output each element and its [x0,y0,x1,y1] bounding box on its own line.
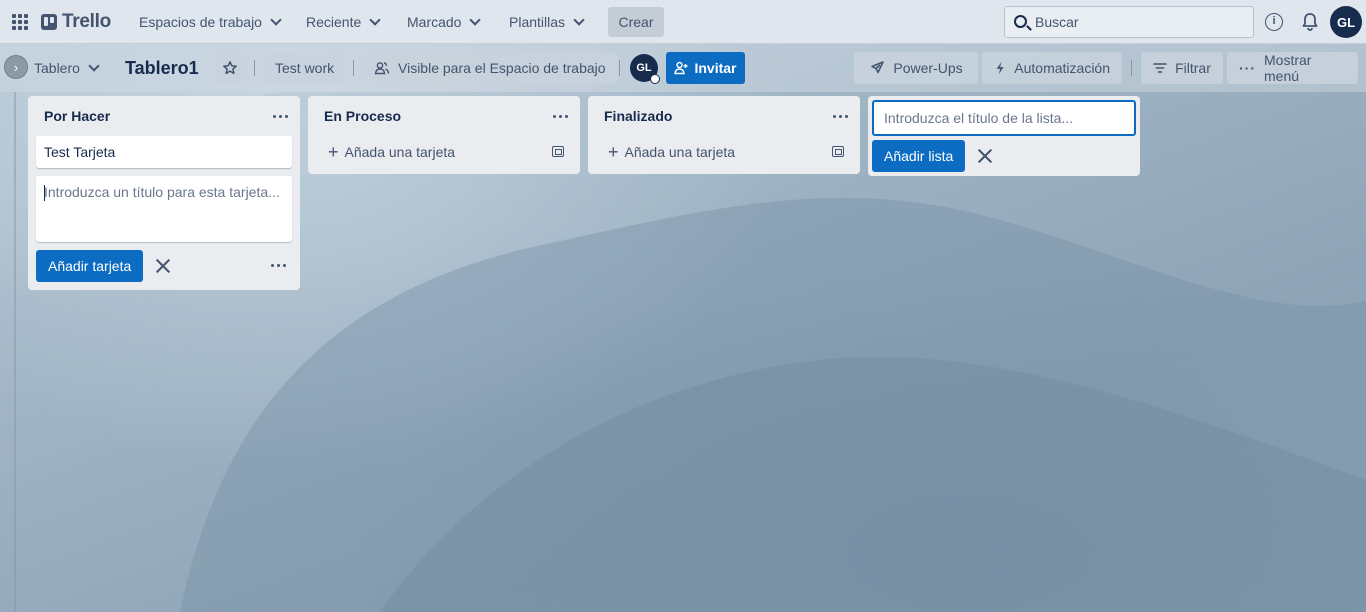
filter-label: Filtrar [1175,60,1211,76]
power-ups-button[interactable]: Power-Ups [854,52,978,84]
create-from-template-icon[interactable] [552,146,564,157]
text-caret [44,185,45,201]
list-title-input[interactable]: Introduzca el título de la lista... [872,100,1136,136]
composer-actions: Añadir tarjeta [28,242,300,290]
list-title[interactable]: Por Hacer [44,108,110,124]
invite-button[interactable]: Invitar [666,52,745,84]
info-icon[interactable]: i [1265,13,1283,31]
add-card-link[interactable]: + Añada una tarjeta [316,136,572,168]
chevron-down-icon [88,60,100,72]
trello-logo[interactable]: Trello [41,11,111,33]
more-horizontal-icon: ··· [1239,60,1256,76]
card-title-input[interactable]: Introduzca un título para esta tarjeta..… [36,176,292,242]
visibility-button[interactable]: Visible para el Espacio de trabajo [362,52,618,84]
list-actions-icon[interactable] [273,115,288,118]
automation-button[interactable]: Automatización [982,52,1122,84]
nav-workspaces[interactable]: Espacios de trabajo [131,8,288,36]
top-header: Trello Espacios de trabajo Reciente Marc… [0,0,1366,44]
add-card-label: Añada una tarjeta [344,144,456,160]
lightning-icon [996,61,1004,75]
board-title[interactable]: Tablero1 [125,58,199,79]
search-placeholder: Buscar [1035,14,1079,30]
logo-text: Trello [62,11,111,32]
star-board-button[interactable] [214,52,246,84]
invite-label: Invitar [694,60,737,76]
view-switcher-button[interactable]: Tablero [28,52,104,84]
nav-workspaces-label: Espacios de trabajo [139,14,262,30]
add-card-link[interactable]: + Añada una tarjeta [596,136,852,168]
more-options-icon[interactable] [271,264,286,267]
filter-button[interactable]: Filtrar [1141,52,1223,84]
app-switcher-icon[interactable] [12,14,28,30]
trello-logo-icon [41,14,57,30]
list-title[interactable]: En Proceso [324,108,401,124]
card-test-tarjeta[interactable]: Test Tarjeta [36,136,292,168]
member-avatar[interactable]: GL [630,54,660,84]
search-icon [1014,15,1027,28]
nav-starred-label: Marcado [407,14,462,30]
list-por-hacer: Por Hacer Test Tarjeta Introduzca un tít… [28,96,300,290]
list-header[interactable]: Por Hacer [28,96,300,136]
divider [254,60,255,76]
create-button[interactable]: Crear [608,7,664,37]
list-actions-icon[interactable] [833,115,848,118]
list-en-proceso: En Proceso + Añada una tarjeta [308,96,580,174]
list-title[interactable]: Finalizado [604,108,672,124]
divider [353,60,354,76]
plus-icon: + [328,142,339,162]
board-header: › Tablero Tablero1 Test work Visible par… [0,44,1366,92]
sidebar-expand-button[interactable]: › [4,55,28,79]
chevron-down-icon [270,14,282,26]
people-icon [374,62,390,75]
divider [619,60,620,76]
nav-recent-label: Reciente [306,14,362,30]
nav-templates-label: Plantillas [509,14,566,30]
filter-icon [1153,63,1167,73]
notifications-bell-icon[interactable] [1301,12,1319,32]
add-card-label: Añada una tarjeta [624,144,736,160]
power-ups-label: Power-Ups [893,60,963,76]
close-icon[interactable] [977,148,993,164]
star-icon [223,61,237,75]
create-from-template-icon[interactable] [832,146,844,157]
chevron-down-icon [369,14,381,26]
workspace-button[interactable]: Test work [263,52,347,84]
card-title: Test Tarjeta [44,144,116,160]
divider [1131,60,1132,76]
visibility-label: Visible para el Espacio de trabajo [398,60,606,76]
list-title-placeholder: Introduzca el título de la lista... [884,110,1074,126]
rocket-icon [871,61,885,74]
list-header[interactable]: Finalizado [588,96,860,136]
card-title-placeholder: Introduzca un título para esta tarjeta..… [44,184,280,200]
show-menu-label: Mostrar menú [1264,52,1312,84]
admin-badge-icon [650,74,660,84]
plus-icon: + [608,142,619,162]
close-icon[interactable] [155,258,171,274]
automation-label: Automatización [1014,60,1110,76]
chevron-down-icon [469,14,482,26]
add-person-icon [674,61,688,75]
list-finalizado: Finalizado + Añada una tarjeta [588,96,860,174]
list-actions-icon[interactable] [553,115,568,118]
nav-templates[interactable]: Plantillas [501,8,591,36]
user-avatar[interactable]: GL [1330,6,1362,38]
member-initials: GL [636,62,652,74]
chevron-down-icon [573,14,585,26]
show-menu-button[interactable]: ··· Mostrar menú [1227,52,1358,84]
nav-starred[interactable]: Marcado [399,8,487,36]
add-list-button[interactable]: Añadir lista [872,140,966,172]
chevron-right-icon: › [13,59,19,75]
nav-recent[interactable]: Reciente [298,8,387,36]
view-label: Tablero [34,60,80,76]
search-input[interactable]: Buscar [1004,6,1254,38]
list-header[interactable]: En Proceso [308,96,580,136]
add-card-button[interactable]: Añadir tarjeta [36,250,144,282]
